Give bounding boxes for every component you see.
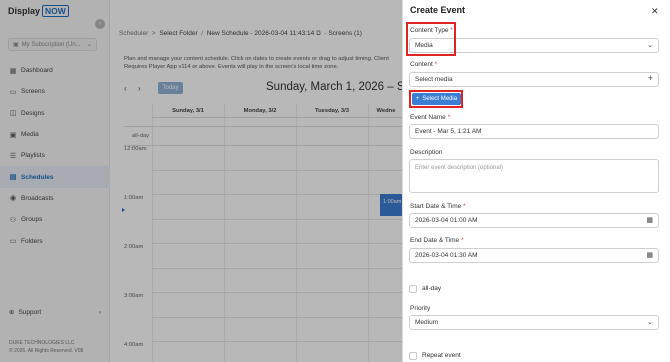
highlight-box bbox=[409, 90, 463, 108]
description-textarea[interactable]: Enter event description (optional) bbox=[409, 159, 659, 193]
start-label-text: Start Date & Time bbox=[410, 203, 462, 210]
priority-select[interactable]: Medium ⌄ bbox=[409, 315, 659, 330]
required-marker: * bbox=[434, 61, 438, 68]
event-name-value: Event - Mar 5, 1:21 AM bbox=[415, 128, 482, 135]
panel-title: Create Event bbox=[410, 5, 466, 15]
modal-backdrop[interactable] bbox=[0, 0, 402, 362]
end-datetime-input[interactable]: 2026-03-04 01:30 AM ▦ bbox=[409, 248, 659, 263]
repeat-checkbox-label: Repeat event bbox=[422, 352, 461, 359]
end-value: 2026-03-04 01:30 AM bbox=[415, 252, 478, 259]
content-label-text: Content bbox=[410, 61, 433, 68]
start-datetime-input[interactable]: 2026-03-04 01:00 AM ▦ bbox=[409, 213, 659, 228]
priority-value: Medium bbox=[415, 319, 439, 326]
content-label: Content * bbox=[410, 61, 437, 68]
required-marker: * bbox=[463, 203, 466, 210]
highlight-box bbox=[406, 22, 456, 56]
event-name-input[interactable]: Event - Mar 5, 1:21 AM bbox=[409, 124, 659, 139]
event-name-label-text: Event Name bbox=[410, 114, 446, 121]
calendar-icon[interactable]: ▦ bbox=[646, 216, 653, 224]
content-value: Select media bbox=[415, 76, 453, 83]
chevron-down-icon: ⌄ bbox=[647, 42, 653, 49]
close-icon[interactable]: ✕ bbox=[651, 6, 659, 17]
plus-icon[interactable]: + bbox=[648, 73, 653, 83]
description-label: Description bbox=[410, 149, 443, 156]
priority-label: Priority bbox=[410, 305, 431, 312]
end-label: End Date & Time * bbox=[410, 237, 463, 244]
allday-checkbox-label: all-day bbox=[422, 285, 442, 292]
content-field[interactable]: Select media + bbox=[409, 72, 659, 87]
chevron-down-icon: ⌄ bbox=[647, 319, 653, 326]
start-value: 2026-03-04 01:00 AM bbox=[415, 217, 478, 224]
calendar-icon[interactable]: ▦ bbox=[646, 251, 653, 259]
required-marker: * bbox=[460, 237, 464, 244]
end-label-text: End Date & Time bbox=[410, 237, 460, 244]
event-name-label: Event Name * bbox=[410, 114, 450, 121]
create-event-panel: Create Event ✕ Content Type * Media ⌄ Co… bbox=[402, 0, 670, 362]
repeat-checkbox[interactable] bbox=[409, 352, 417, 360]
app-root: Display NOW ‹ ▣ My Subscription (Un... ⌄… bbox=[0, 0, 670, 362]
allday-checkbox[interactable] bbox=[409, 285, 417, 293]
required-marker: * bbox=[447, 114, 451, 121]
start-label: Start Date & Time * bbox=[410, 203, 466, 210]
